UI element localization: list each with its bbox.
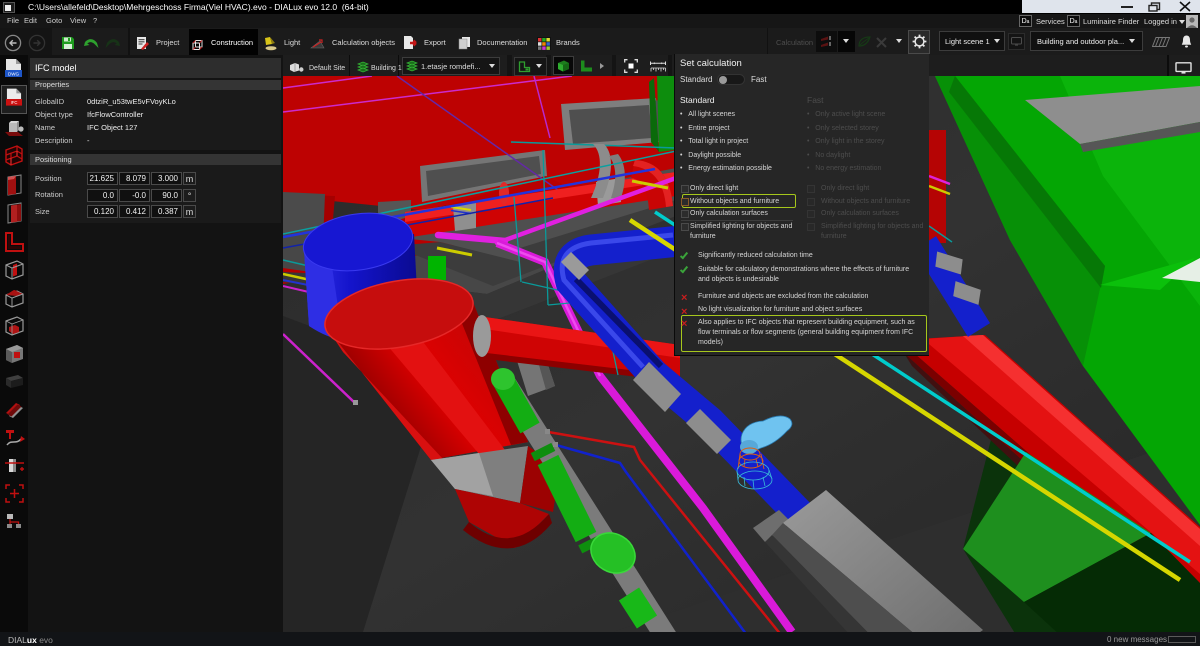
svg-text:IFC: IFC bbox=[11, 100, 18, 105]
svg-text:DWG: DWG bbox=[8, 72, 19, 77]
